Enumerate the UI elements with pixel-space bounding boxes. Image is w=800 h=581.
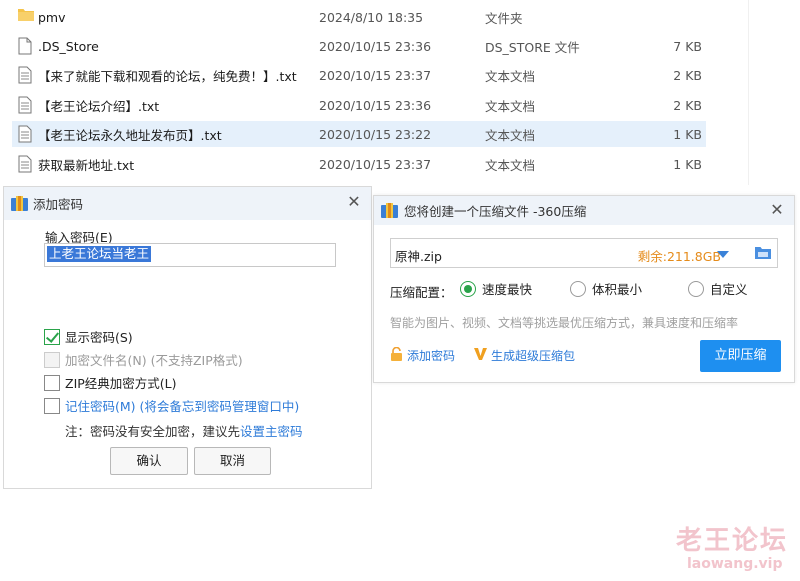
set-master-password-link[interactable]: 设置主密码 xyxy=(240,424,303,439)
file-icon xyxy=(18,37,34,55)
radio-fastest[interactable]: 速度最快 xyxy=(460,279,532,298)
file-size: 1 KB xyxy=(673,156,702,172)
lock-icon xyxy=(390,346,403,364)
file-type: 文本文档 xyxy=(485,68,536,84)
app-icon xyxy=(381,203,398,218)
archive-name-field[interactable]: 原神.zip 剩余:211.8GB xyxy=(390,238,778,268)
scrollbar-track[interactable] xyxy=(748,0,800,185)
watermark-url: laowang.vip xyxy=(687,556,783,572)
compression-config-label: 压缩配置： xyxy=(390,285,453,300)
add-password-dialog: 添加密码 ✕ 输入密码(E) 上老王论坛当老王 显示密码(S) 加密文件名(N)… xyxy=(3,186,372,489)
file-name: pmv xyxy=(38,9,66,25)
folder-icon xyxy=(18,8,34,26)
file-size: 1 KB xyxy=(673,126,702,142)
password-input[interactable]: 上老王论坛当老王 xyxy=(44,243,336,267)
radio-selected-icon[interactable] xyxy=(460,280,476,297)
file-size: 2 KB xyxy=(673,97,702,113)
file-name: 【老王论坛永久地址发布页】.txt xyxy=(38,127,222,143)
create-archive-dialog: 您将创建一个压缩文件 -360压缩 ✕ 原神.zip 剩余:211.8GB 压缩… xyxy=(373,195,795,383)
file-name: 获取最新地址.txt xyxy=(38,157,135,173)
file-type: 文本文档 xyxy=(485,157,536,173)
cancel-button[interactable]: 取消 xyxy=(194,447,271,475)
radio-label: 速度最快 xyxy=(482,282,533,297)
file-list: pmv 2024/8/10 18:35 文件夹 .DS_Store 2020/1… xyxy=(0,0,800,185)
add-password-link[interactable]: 添加密码 xyxy=(390,346,456,364)
text-file-icon xyxy=(18,96,34,114)
dialog-titlebar[interactable]: 您将创建一个压缩文件 -360压缩 ✕ xyxy=(374,196,794,225)
encrypt-filename-checkbox: 加密文件名(N) (不支持ZIP格式) xyxy=(44,350,243,369)
super-package-link[interactable]: 生成超级压缩包 xyxy=(474,347,575,364)
file-name: 【老王论坛介绍】.txt xyxy=(38,98,160,114)
file-row-pmv[interactable]: pmv 2024/8/10 18:35 文件夹 xyxy=(12,4,706,30)
radio-icon[interactable] xyxy=(570,280,586,297)
chevron-down-icon[interactable] xyxy=(717,251,729,258)
add-password-label: 添加密码 xyxy=(407,349,456,363)
archive-name: 原神.zip xyxy=(395,249,442,264)
checkbox-icon[interactable] xyxy=(44,397,60,414)
file-date: 2020/10/15 23:37 xyxy=(319,67,432,83)
dialog-title: 添加密码 xyxy=(33,197,84,212)
show-password-label: 显示密码(S) xyxy=(65,330,133,345)
zip-classic-checkbox[interactable]: ZIP经典加密方式(L) xyxy=(44,373,177,392)
password-value: 上老王论坛当老王 xyxy=(47,246,152,262)
folder-icon[interactable] xyxy=(755,245,771,260)
checkbox-icon[interactable] xyxy=(44,374,60,391)
close-icon[interactable]: ✕ xyxy=(347,194,361,210)
file-row-ds-store[interactable]: .DS_Store 2020/10/15 23:36 DS_STORE 文件 7… xyxy=(12,33,706,59)
compress-now-button[interactable]: 立即压缩 xyxy=(700,340,781,372)
file-type: 文本文档 xyxy=(485,98,536,114)
remember-password-checkbox[interactable]: 记住密码(M) (将会备忘到密码管理窗口中) xyxy=(44,396,299,415)
remember-password-label[interactable]: 记住密码(M) (将会备忘到密码管理窗口中) xyxy=(65,396,299,415)
file-date: 2020/10/15 23:22 xyxy=(319,126,432,142)
checkbox-checked-icon[interactable] xyxy=(44,328,60,345)
file-row-txt-1[interactable]: 【来了就能下载和观看的论坛，纯免费！】.txt 2020/10/15 23:37… xyxy=(12,62,706,88)
radio-label: 体积最小 xyxy=(592,282,643,297)
file-date: 2020/10/15 23:37 xyxy=(319,156,432,172)
checkbox-disabled-icon xyxy=(44,351,60,368)
file-type: DS_STORE 文件 xyxy=(485,39,580,55)
watermark-logo-text: 老王论坛 xyxy=(676,526,789,556)
text-file-icon xyxy=(18,155,34,173)
show-password-checkbox[interactable]: 显示密码(S) xyxy=(44,327,133,346)
radio-icon[interactable] xyxy=(688,280,704,297)
file-row-txt-3[interactable]: 【老王论坛永久地址发布页】.txt 2020/10/15 23:22 文本文档 … xyxy=(12,121,706,147)
security-note: 注：密码没有安全加密，建议先设置主密码 xyxy=(65,421,303,440)
free-space-label: 剩余:211.8GB xyxy=(637,249,721,264)
file-size: 7 KB xyxy=(673,38,702,54)
encrypt-filename-label: 加密文件名(N) (不支持ZIP格式) xyxy=(65,353,243,368)
file-date: 2020/10/15 23:36 xyxy=(319,97,432,113)
app-icon xyxy=(11,196,28,211)
file-name: .DS_Store xyxy=(38,38,99,54)
text-file-icon xyxy=(18,66,34,84)
file-date: 2024/8/10 18:35 xyxy=(319,9,424,25)
zip-classic-label: ZIP经典加密方式(L) xyxy=(65,376,177,391)
file-row-txt-2[interactable]: 【老王论坛介绍】.txt 2020/10/15 23:36 文本文档 2 KB xyxy=(12,92,706,118)
file-type: 文件夹 xyxy=(485,10,523,26)
v-badge-icon xyxy=(474,347,487,364)
file-date: 2020/10/15 23:36 xyxy=(319,38,432,54)
text-file-icon xyxy=(18,125,34,143)
file-type: 文本文档 xyxy=(485,127,536,143)
file-size: 2 KB xyxy=(673,67,702,83)
file-row-txt-4[interactable]: 获取最新地址.txt 2020/10/15 23:37 文本文档 1 KB xyxy=(12,151,706,177)
compression-hint: 智能为图片、视频、文档等挑选最优压缩方式，兼具速度和压缩率 xyxy=(390,316,739,330)
dialog-title: 您将创建一个压缩文件 -360压缩 xyxy=(404,204,587,219)
close-icon[interactable]: ✕ xyxy=(770,202,784,218)
file-name: 【来了就能下载和观看的论坛，纯免费！】.txt xyxy=(38,68,297,84)
radio-custom[interactable]: 自定义 xyxy=(688,279,748,298)
super-package-label: 生成超级压缩包 xyxy=(491,349,576,363)
dialog-titlebar[interactable]: 添加密码 ✕ xyxy=(4,187,371,220)
note-text: 注：密码没有安全加密，建议先 xyxy=(65,424,241,439)
ok-button[interactable]: 确认 xyxy=(110,447,188,475)
radio-label: 自定义 xyxy=(710,282,748,297)
radio-smallest[interactable]: 体积最小 xyxy=(570,279,642,298)
